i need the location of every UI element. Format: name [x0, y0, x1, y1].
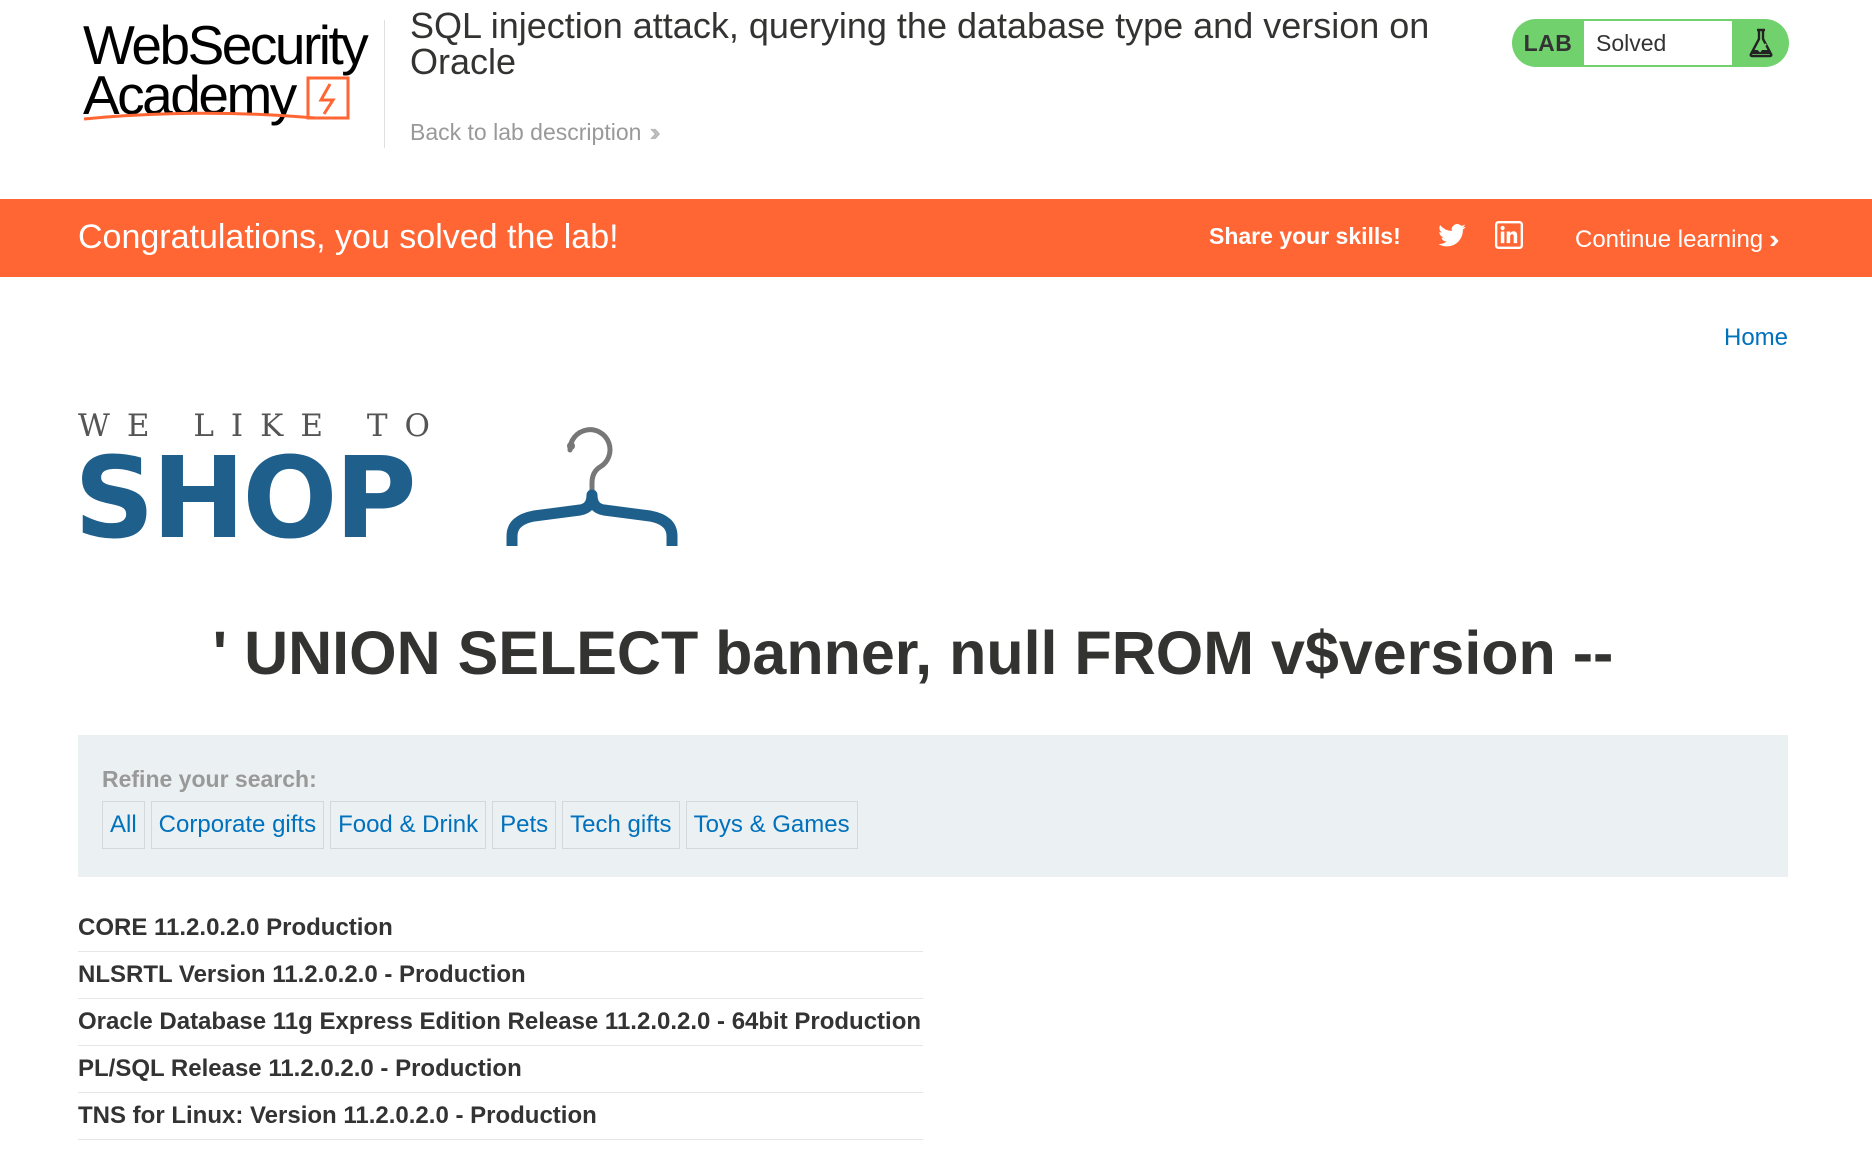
linkedin-icon[interactable] [1495, 221, 1523, 254]
home-link[interactable]: Home [1724, 324, 1788, 352]
continue-learning-label: Continue learning [1575, 225, 1764, 253]
lab-status-badge: LAB Solved [1512, 19, 1789, 67]
double-chevron-right-icon: ›› [1769, 224, 1780, 254]
category-filters: All Corporate gifts Food & Drink Pets Te… [102, 801, 858, 849]
academy-header: WebSecurity Academy SQL injection attack… [0, 0, 1872, 199]
filter-corporate-gifts[interactable]: Corporate gifts [150, 801, 325, 849]
double-chevron-right-icon: ›› [649, 117, 661, 147]
hanger-icon [506, 427, 678, 546]
congratulations-message: Congratulations, you solved the lab! [78, 218, 619, 256]
filter-all[interactable]: All [102, 801, 145, 849]
lab-solved-banner: Congratulations, you solved the lab! Sha… [0, 199, 1872, 277]
table-row: CORE 11.2.0.2.0 Production [78, 905, 923, 952]
logo-mark-icon [83, 76, 350, 121]
table-row: Oracle Database 11g Express Edition Rele… [78, 999, 923, 1046]
search-result-heading: ' UNION SELECT banner, null FROM v$versi… [212, 619, 1614, 687]
flask-icon [1732, 28, 1789, 58]
continue-learning-link[interactable]: Continue learning ›› [1575, 224, 1780, 255]
refine-search-label: Refine your search: [102, 766, 317, 792]
twitter-icon[interactable] [1437, 221, 1467, 256]
lab-title: SQL injection attack, querying the datab… [410, 5, 1430, 82]
filter-food-drink[interactable]: Food & Drink [330, 801, 487, 849]
filter-tech-gifts[interactable]: Tech gifts [562, 801, 680, 849]
table-row: NLSRTL Version 11.2.0.2.0 - Production [78, 952, 923, 999]
filter-pets[interactable]: Pets [492, 801, 557, 849]
web-security-academy-logo[interactable]: WebSecurity Academy [78, 14, 378, 128]
back-link-label: Back to lab description [410, 119, 642, 145]
results-table: CORE 11.2.0.2.0 Production NLSRTL Versio… [78, 905, 923, 1140]
lab-tag: LAB [1523, 29, 1573, 56]
share-skills-label: Share your skills! [1209, 223, 1401, 249]
lab-status-value: Solved [1584, 21, 1732, 65]
table-row: TNS for Linux: Version 11.2.0.2.0 - Prod… [78, 1093, 923, 1140]
header-divider [384, 20, 385, 148]
shop-brand: SHOP [74, 434, 417, 564]
filter-panel: Refine your search: All Corporate gifts … [78, 735, 1788, 877]
back-to-lab-description-link[interactable]: Back to lab description ›› [410, 117, 661, 148]
table-row: PL/SQL Release 11.2.0.2.0 - Production [78, 1046, 923, 1093]
filter-toys-games[interactable]: Toys & Games [685, 801, 858, 849]
